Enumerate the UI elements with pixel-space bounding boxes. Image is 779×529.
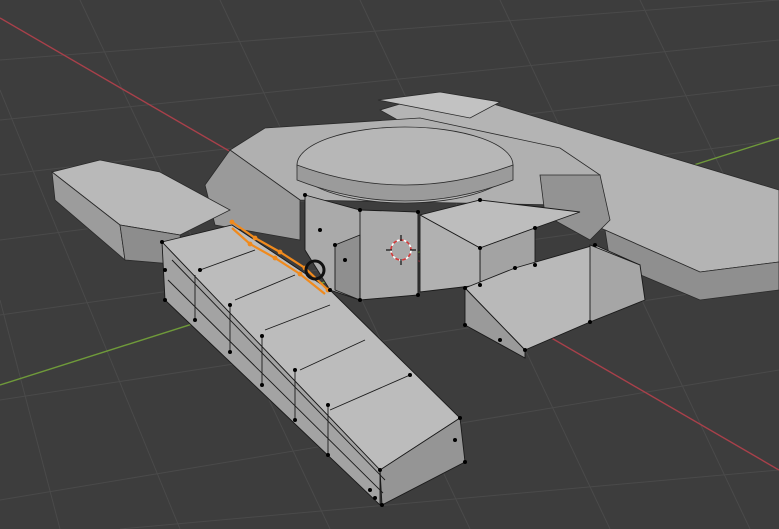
3d-viewport[interactable] xyxy=(0,0,779,529)
viewport-canvas[interactable] xyxy=(0,0,779,529)
